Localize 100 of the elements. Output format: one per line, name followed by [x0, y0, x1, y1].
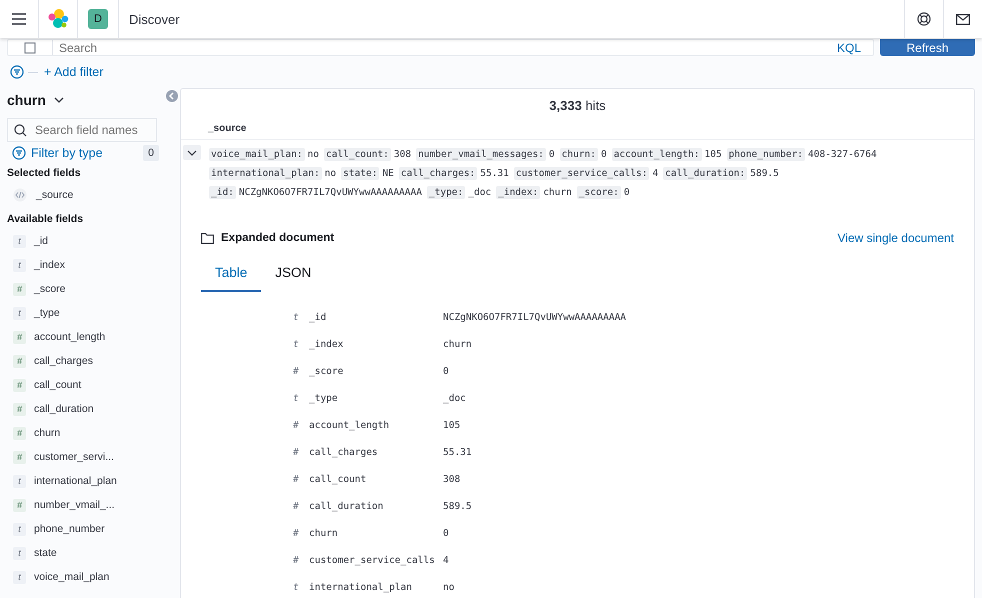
field-type-icon: t — [13, 522, 26, 536]
field-value: no — [308, 149, 319, 160]
field-value: 308 — [394, 149, 412, 160]
count-badge: 0 — [143, 145, 159, 161]
field-item[interactable]: # call_count — [7, 373, 180, 397]
field-name: account_length — [309, 420, 390, 431]
field-value: 0 — [624, 187, 630, 198]
field-key: number_vmail_messages: — [416, 148, 546, 161]
field-name: churn — [309, 528, 339, 539]
field-value: 589.5 — [443, 501, 472, 512]
tab[interactable]: JSON — [261, 259, 326, 292]
field-value: 105 — [443, 420, 460, 431]
field-value: 4 — [443, 555, 449, 566]
refresh-button[interactable]: Refresh — [880, 39, 975, 56]
search-input[interactable]: Search — [53, 40, 825, 55]
field-type-icon: # — [293, 528, 309, 539]
field-item[interactable]: # number_vmail_... — [7, 493, 180, 517]
field-item[interactable]: t phone_number — [7, 517, 180, 541]
field-item[interactable]: t state — [7, 541, 180, 565]
field-value: _doc — [468, 187, 492, 198]
field-type-icon: # — [13, 282, 26, 296]
field-value: 55.31 — [443, 447, 472, 458]
field-item[interactable]: # churn — [7, 421, 180, 445]
field-name: _id — [309, 312, 328, 323]
field-value: 308 — [443, 474, 460, 485]
field-value: churn — [543, 187, 572, 198]
field-type-icon: # — [293, 474, 309, 485]
code-icon — [13, 188, 27, 202]
field-item[interactable]: t international_plan — [7, 469, 180, 493]
field-value: no — [324, 168, 336, 179]
index-pattern-selector[interactable]: churn — [7, 92, 64, 108]
field-type-icon: t — [13, 234, 26, 248]
field-value: NE — [382, 168, 394, 179]
field-type-icon: t — [293, 393, 309, 404]
field-name: _index — [309, 339, 344, 350]
field-type-icon: t — [13, 258, 26, 272]
filter-icon — [12, 146, 26, 160]
logo-icon[interactable] — [47, 8, 69, 30]
field-key: _type: — [426, 186, 466, 199]
field-value: 55.31 — [480, 168, 509, 179]
filter-by-type-button[interactable]: Filter by type — [12, 146, 103, 160]
field-key: _id: — [209, 186, 236, 199]
field-item[interactable]: # call_duration — [7, 397, 180, 421]
field-value: no — [443, 582, 454, 593]
view-single-document-link[interactable]: View single document — [837, 231, 954, 245]
field-item[interactable]: t _id — [7, 229, 180, 253]
section-title: Expanded document — [221, 232, 334, 244]
field-name: _type — [309, 393, 339, 404]
field-key: _score: — [576, 186, 621, 199]
chevron-down-icon — [54, 97, 64, 103]
field-type-icon: t — [293, 339, 309, 350]
field-value: NCZgNKO6O7FR7IL7QvUWYwwAAAAAAAAA — [238, 187, 422, 198]
field-item[interactable]: t _type — [7, 301, 180, 325]
section-heading: Available fields — [7, 213, 84, 225]
field-value: NCZgNKO6O7FR7IL7QvUWYwwAAAAAAAAA — [443, 312, 626, 323]
field-type-icon: # — [13, 450, 26, 464]
field-value: 0 — [600, 149, 607, 160]
field-item[interactable]: _source — [7, 183, 180, 207]
field-type-icon: # — [13, 330, 26, 344]
field-item[interactable]: t voice_mail_plan — [7, 565, 180, 589]
field-search-input[interactable]: Search field names — [33, 122, 155, 138]
query-field[interactable]: Search KQL — [7, 39, 874, 56]
field-type-icon: t — [13, 546, 26, 560]
field-type-icon: # — [13, 354, 26, 368]
expand-toggle[interactable] — [183, 145, 201, 160]
field-search[interactable]: Search field names — [7, 118, 157, 142]
tab[interactable]: Table — [201, 259, 262, 292]
field-name: call_duration — [309, 501, 384, 512]
field-key: voice_mail_plan: — [209, 148, 305, 161]
field-name: customer_service_calls — [309, 555, 436, 566]
field-type-icon: # — [293, 366, 309, 377]
field-item[interactable]: # call_charges — [7, 349, 180, 373]
field-type-icon: # — [13, 402, 26, 416]
field-type-icon: t — [293, 312, 309, 323]
field-type-icon: t — [293, 582, 309, 593]
field-key: international_plan: — [209, 167, 322, 180]
field-value: 105 — [704, 149, 722, 160]
column-header: _source — [181, 118, 974, 140]
field-value: 0 — [443, 528, 449, 539]
field-item[interactable]: t _index — [7, 253, 180, 277]
filter-icon[interactable] — [10, 65, 24, 79]
collapse-icon[interactable] — [166, 90, 178, 102]
field-type-icon: t — [13, 306, 26, 320]
field-value: 0 — [548, 149, 555, 160]
language-link[interactable]: KQL — [824, 40, 873, 54]
field-type-icon: t — [13, 570, 26, 584]
field-value: 589.5 — [750, 168, 779, 179]
field-item[interactable]: # customer_servi... — [7, 445, 180, 469]
space-avatar[interactable]: D — [88, 9, 108, 29]
field-key: account_length: — [612, 148, 702, 161]
field-name: call_charges — [309, 447, 379, 458]
field-type-icon: # — [293, 447, 309, 458]
field-item[interactable]: # account_length — [7, 325, 180, 349]
field-name: _score — [309, 366, 344, 377]
field-type-icon: # — [293, 420, 309, 431]
add-filter-link[interactable]: + Add filter — [44, 65, 104, 79]
field-item[interactable]: # _score — [7, 277, 180, 301]
field-key: state: — [341, 167, 380, 180]
field-key: call_charges: — [398, 167, 478, 180]
folder-icon — [201, 232, 214, 244]
